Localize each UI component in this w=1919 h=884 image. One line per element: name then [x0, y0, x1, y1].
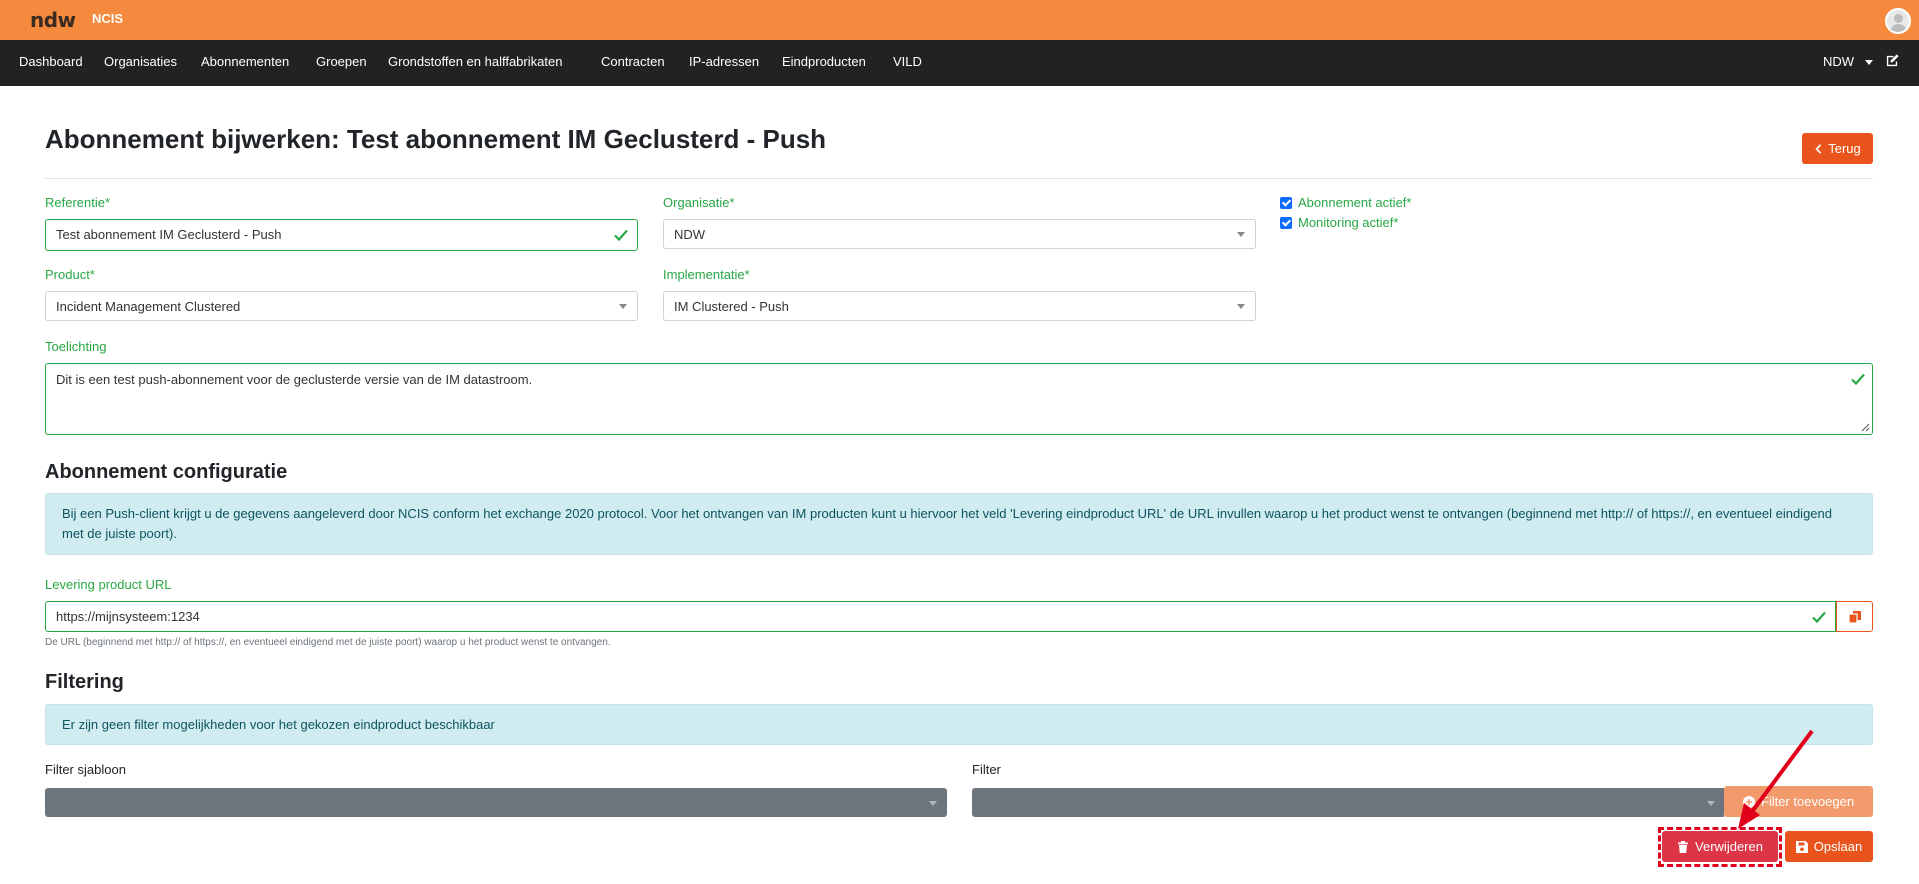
nav-dashboard[interactable]: Dashboard	[19, 54, 83, 69]
save-button[interactable]: Opslaan	[1785, 831, 1873, 862]
copy-url-button[interactable]	[1836, 601, 1873, 632]
url-help-text: De URL (beginnend met http:// of https:/…	[45, 637, 611, 648]
abonnement-actief-label: Abonnement actief*	[1298, 195, 1412, 210]
chevron-left-icon	[1815, 143, 1822, 154]
ndw-logo[interactable]: ndw	[30, 8, 76, 32]
implementatie-label: Implementatie*	[663, 267, 750, 282]
implementatie-select[interactable]: IM Clustered - Push	[663, 291, 1256, 321]
abonnement-actief-checkbox[interactable]	[1280, 197, 1292, 209]
save-icon	[1795, 840, 1808, 853]
page-title: Abonnement bijwerken: Test abonnement IM…	[45, 124, 827, 154]
copy-icon	[1848, 611, 1861, 624]
toelichting-label: Toelichting	[45, 339, 107, 354]
save-button-label: Opslaan	[1813, 839, 1863, 854]
url-label: Levering product URL	[45, 577, 172, 592]
nav-grondstoffen[interactable]: Grondstoffen en halffabrikaten	[388, 54, 562, 69]
monitoring-actief-label: Monitoring actief*	[1298, 215, 1399, 230]
product-select[interactable]: Incident Management Clustered	[45, 291, 638, 321]
edit-icon[interactable]	[1885, 53, 1900, 68]
organisatie-label: Organisatie*	[663, 195, 735, 210]
app-name[interactable]: NCIS	[92, 11, 123, 26]
chevron-down-icon	[929, 801, 937, 806]
toelichting-textarea[interactable]: Dit is een test push-abonnement voor de …	[45, 363, 1873, 435]
main-navbar: Dashboard Organisaties Abonnementen Groe…	[0, 40, 1919, 86]
valid-check-icon	[1851, 373, 1865, 386]
url-input[interactable]: https://mijnsysteem:1234	[45, 601, 1836, 632]
resize-handle-icon[interactable]	[1860, 422, 1870, 432]
monitoring-actief-checkbox[interactable]	[1280, 217, 1292, 229]
config-info-alert: Bij een Push-client krijgt u de gegevens…	[45, 493, 1873, 555]
annotation-arrow-icon	[1738, 729, 1814, 829]
chevron-down-icon	[1237, 304, 1245, 309]
organisatie-select[interactable]: NDW	[663, 219, 1256, 249]
back-button[interactable]: Terug	[1802, 133, 1873, 164]
user-menu[interactable]: NDW	[1823, 54, 1854, 69]
filter-template-select[interactable]	[45, 788, 947, 817]
nav-abonnementen[interactable]: Abonnementen	[201, 54, 289, 69]
top-bar: ndw NCIS	[0, 0, 1919, 40]
divider	[45, 178, 1873, 179]
back-button-label: Terug	[1828, 141, 1861, 156]
nav-organisaties[interactable]: Organisaties	[104, 54, 177, 69]
referentie-input[interactable]: Test abonnement IM Geclusterd - Push	[45, 219, 638, 251]
filter-select[interactable]	[972, 788, 1724, 817]
chevron-down-icon	[1707, 801, 1715, 806]
product-label: Product*	[45, 267, 95, 282]
valid-check-icon	[614, 229, 628, 242]
avatar[interactable]	[1885, 8, 1911, 34]
referentie-label: Referentie*	[45, 195, 111, 210]
nav-vild[interactable]: VILD	[893, 54, 922, 69]
nav-contracten[interactable]: Contracten	[601, 54, 665, 69]
config-heading: Abonnement configuratie	[45, 461, 288, 483]
nav-ip-adressen[interactable]: IP-adressen	[689, 54, 759, 69]
filter-template-label: Filter sjabloon	[45, 762, 126, 777]
chevron-down-icon[interactable]	[1865, 60, 1873, 65]
filtering-heading: Filtering	[45, 671, 124, 693]
chevron-down-icon	[1237, 232, 1245, 237]
chevron-down-icon	[619, 304, 627, 309]
filtering-info-alert: Er zijn geen filter mogelijkheden voor h…	[45, 704, 1873, 745]
nav-eindproducten[interactable]: Eindproducten	[782, 54, 866, 69]
valid-check-icon	[1812, 611, 1826, 624]
filter-label: Filter	[972, 762, 1001, 777]
nav-groepen[interactable]: Groepen	[316, 54, 367, 69]
